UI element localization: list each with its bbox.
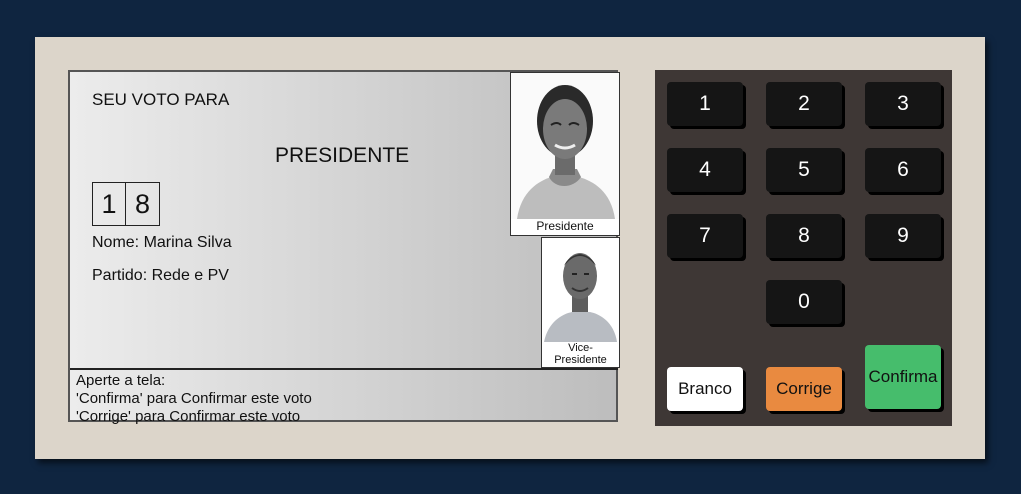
ballot-screen[interactable]: SEU VOTO PARA PRESIDENTE 1 8 Nome: Marin… [68, 70, 620, 425]
key-5[interactable]: 5 [766, 148, 842, 192]
vice-president-photo: Vice- Presidente [541, 237, 620, 368]
candidate-party: Partido: Rede e PV [92, 267, 229, 284]
vice-president-portrait [542, 238, 619, 342]
key-1[interactable]: 1 [667, 82, 743, 126]
voting-machine: SEU VOTO PARA PRESIDENTE 1 8 Nome: Marin… [35, 37, 985, 459]
corrige-button[interactable]: Corrige [766, 367, 842, 411]
office-title: PRESIDENTE [275, 144, 410, 167]
confirma-button[interactable]: Confirma [865, 345, 941, 409]
number-digit-1: 1 [92, 182, 126, 226]
vice-president-photo-caption: Vice- Presidente [542, 342, 619, 366]
vice-caption-line-2: Presidente [554, 354, 607, 366]
president-photo-caption: Presidente [536, 219, 594, 233]
key-7[interactable]: 7 [667, 214, 743, 258]
president-photo: Presidente [510, 72, 620, 236]
key-4[interactable]: 4 [667, 148, 743, 192]
branco-button[interactable]: Branco [667, 367, 743, 411]
instruction-line-2: 'Confirma' para Confirmar este voto [76, 390, 312, 407]
instruction-line-3: 'Corrige' para Confirmar este voto [76, 408, 301, 425]
key-3[interactable]: 3 [865, 82, 941, 126]
ballot-main-area: SEU VOTO PARA PRESIDENTE 1 8 Nome: Marin… [70, 72, 620, 368]
vote-header: SEU VOTO PARA [92, 90, 230, 109]
key-0[interactable]: 0 [766, 280, 842, 324]
candidate-name: Nome: Marina Silva [92, 234, 232, 251]
keypad: 1 2 3 4 5 6 7 8 9 0 Branco Corrige Confi… [655, 70, 952, 426]
instructions-footer: Aperte a tela: 'Confirma' para Confirmar… [70, 368, 618, 425]
candidate-number: 1 8 [92, 182, 160, 226]
vice-caption-line-1: Vice- [568, 342, 593, 354]
number-digit-2: 8 [126, 182, 160, 226]
key-9[interactable]: 9 [865, 214, 941, 258]
key-2[interactable]: 2 [766, 82, 842, 126]
instruction-line-1: Aperte a tela: [76, 372, 166, 389]
key-8[interactable]: 8 [766, 214, 842, 258]
key-6[interactable]: 6 [865, 148, 941, 192]
president-portrait [511, 73, 619, 219]
